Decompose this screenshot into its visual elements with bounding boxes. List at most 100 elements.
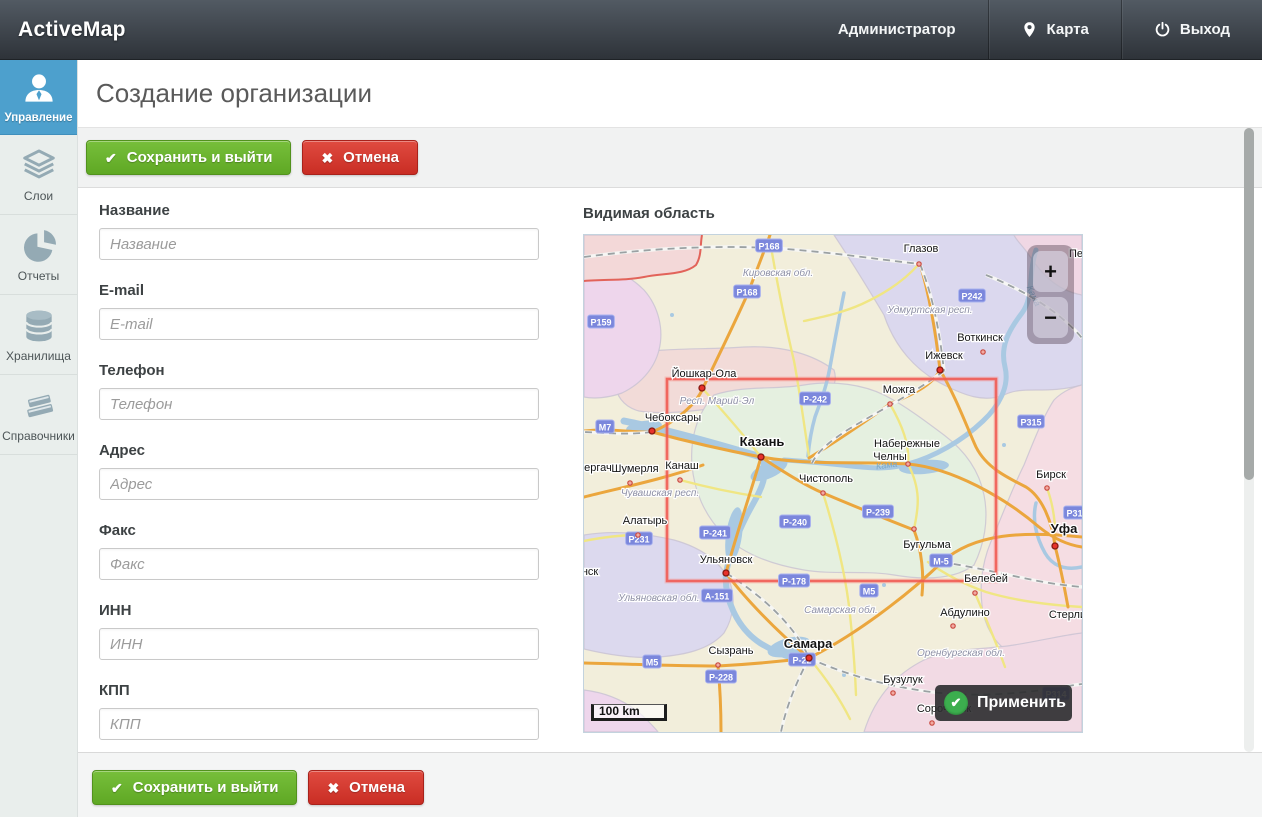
city-dot	[649, 428, 655, 434]
content-scrollbar-track[interactable]	[1244, 128, 1254, 752]
sidebar-item-label: Отчеты	[0, 269, 77, 283]
city-dot	[821, 491, 825, 495]
map-canvas[interactable]: КамаКама Р168Р168Р159Р242Р-242М7Р315Р231…	[584, 235, 1082, 732]
city-label: Йошкар-Ола	[672, 367, 738, 380]
city-label: Чебоксары	[645, 412, 701, 424]
content-scrollbar-thumb[interactable]	[1244, 128, 1254, 480]
city-label: Ульяновск	[700, 554, 753, 566]
email-label: E-mail	[99, 282, 539, 299]
sidebar-item-reports[interactable]: Отчеты	[0, 215, 77, 295]
sidebar-item-label: Хранилища	[0, 349, 77, 363]
svg-text:Р-228: Р-228	[709, 673, 733, 683]
apply-check-icon: ✔	[944, 691, 968, 715]
name-input[interactable]	[99, 228, 539, 260]
city-dot	[951, 624, 955, 628]
form-content: Название E-mail Телефон Адрес Факс ИНН	[78, 188, 1262, 752]
region-label: Чувашская респ.	[621, 488, 699, 499]
city-label: Ижевск	[925, 350, 963, 362]
city-dot	[758, 454, 764, 460]
visible-area-panel: Видимая область	[583, 188, 1083, 733]
road-shield: Р315	[1064, 506, 1082, 519]
road-shield: Р-242	[800, 392, 831, 405]
sidebar-item-storages[interactable]: Хранилища	[0, 295, 77, 375]
city-dot	[891, 691, 895, 695]
field-name: Название	[99, 202, 539, 260]
apply-button[interactable]: ✔ Применить	[935, 685, 1072, 721]
zoom-in-button[interactable]: +	[1033, 251, 1068, 292]
road-shield: М5	[860, 584, 878, 597]
city-dot	[723, 570, 729, 576]
city-label: Набережные	[874, 438, 940, 450]
road-shield: Р-239	[863, 505, 894, 518]
city-label: Шумерля	[611, 463, 658, 475]
page-header: Создание организации	[78, 60, 1262, 128]
map-zoom-control: + −	[1027, 245, 1074, 344]
region-label: Оренбургская обл.	[917, 647, 1005, 659]
pie-chart-icon	[18, 227, 60, 267]
name-label: Название	[99, 202, 539, 219]
sidebar: Управление Слои Отчеты Хранилища Справоч…	[0, 60, 78, 817]
city-label: Белебей	[964, 573, 1008, 585]
map-city: Стерлита	[1049, 609, 1082, 621]
cancel-button[interactable]: ✖ Отмена	[302, 140, 418, 175]
city-dot	[806, 655, 812, 661]
topbar-menu: Администратор Карта Выход	[806, 0, 1262, 59]
city-label: Бирск	[1036, 469, 1066, 481]
city-dot	[930, 721, 934, 725]
city-label: Челны	[873, 451, 907, 463]
field-inn: ИНН	[99, 602, 539, 660]
road-shield: Р168	[756, 239, 783, 252]
sidebar-item-label: Слои	[0, 189, 77, 203]
fax-input[interactable]	[99, 548, 539, 580]
road-shield: А-151	[702, 589, 733, 602]
email-input[interactable]	[99, 308, 539, 340]
organization-form: Название E-mail Телефон Адрес Факс ИНН	[99, 202, 539, 762]
map-widget[interactable]: КамаКама Р168Р168Р159Р242Р-242М7Р315Р231…	[583, 234, 1083, 733]
city-dot	[1052, 543, 1058, 549]
city-label: Уфа	[1051, 521, 1078, 536]
map-city: Набережные	[874, 438, 940, 450]
svg-text:Р-242: Р-242	[803, 395, 827, 405]
svg-text:Р242: Р242	[961, 292, 982, 302]
svg-text:Р168: Р168	[758, 242, 779, 252]
svg-text:Р168: Р168	[736, 288, 757, 298]
field-address: Адрес	[99, 442, 539, 500]
sidebar-item-management[interactable]: Управление	[0, 60, 77, 135]
city-dot	[973, 591, 977, 595]
map-link[interactable]: Карта	[989, 0, 1121, 59]
city-dot	[636, 533, 640, 537]
inn-input[interactable]	[99, 628, 539, 660]
city-label: Бузулук	[883, 674, 923, 686]
city-dot	[1045, 486, 1049, 490]
svg-text:Р-240: Р-240	[783, 518, 807, 528]
phone-input[interactable]	[99, 388, 539, 420]
user-menu[interactable]: Администратор	[806, 0, 988, 59]
road-shield: Р242	[959, 289, 986, 302]
save-and-exit-button-bottom[interactable]: ✔ Сохранить и выйти	[92, 770, 297, 805]
map-city: Сергач	[584, 462, 612, 474]
cancel-button-label: Отмена	[349, 779, 405, 796]
zoom-out-button[interactable]: −	[1033, 297, 1068, 338]
sidebar-item-layers[interactable]: Слои	[0, 135, 77, 215]
map-city: нск	[584, 566, 598, 578]
sidebar-item-label: Справочники	[0, 429, 77, 443]
region-label: Удмуртская респ.	[886, 305, 972, 316]
cancel-button-label: Отмена	[343, 149, 399, 166]
cancel-button-bottom[interactable]: ✖ Отмена	[308, 770, 424, 805]
city-label: нск	[584, 566, 598, 578]
city-label: Чистополь	[799, 473, 853, 485]
address-input[interactable]	[99, 468, 539, 500]
sidebar-item-directories[interactable]: Справочники	[0, 375, 77, 455]
logout-button[interactable]: Выход	[1122, 0, 1262, 59]
map-scale-bar: 100 km	[591, 704, 667, 721]
city-dot	[699, 385, 705, 391]
save-and-exit-button[interactable]: ✔ Сохранить и выйти	[86, 140, 291, 175]
save-button-label: Сохранить и выйти	[127, 149, 273, 166]
user-name: Администратор	[838, 21, 956, 38]
kpp-input[interactable]	[99, 708, 539, 740]
svg-text:М5: М5	[863, 587, 876, 597]
city-label: Бугульма	[903, 539, 951, 551]
region-label: Кировская обл.	[743, 267, 813, 279]
apply-button-label: Применить	[977, 694, 1066, 712]
city-label: Воткинск	[957, 332, 1003, 344]
